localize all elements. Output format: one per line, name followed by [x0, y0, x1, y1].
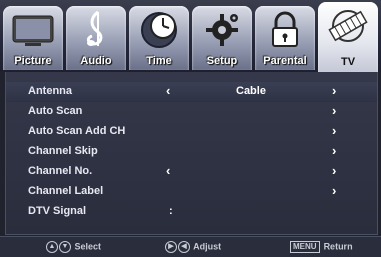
arrow-right-icon[interactable]: › — [332, 123, 336, 138]
arrow-left-icon[interactable]: ‹ — [166, 163, 170, 178]
menu-item-label: DTV Signal — [28, 205, 87, 217]
menu-item-label: Auto Scan — [28, 105, 83, 117]
tv-menu-panel: Antenna ‹ Cable › Auto Scan › Auto Scan … — [5, 72, 378, 235]
menu-item-label: Channel Skip — [28, 145, 98, 157]
tab-label: Time — [146, 55, 172, 67]
menu-item-auto-scan[interactable]: Auto Scan › — [6, 102, 377, 122]
menu-item-label: Channel No. — [28, 165, 93, 177]
return-label: Return — [323, 241, 353, 252]
select-label: Select — [74, 241, 102, 252]
arrow-right-icon[interactable]: › — [332, 103, 336, 118]
tab-tv[interactable]: TV — [318, 2, 378, 72]
menu-item-label: Antenna — [28, 85, 72, 97]
tab-label: Parental — [263, 55, 307, 67]
tab-picture[interactable]: Picture — [3, 6, 63, 70]
tab-label: Setup — [206, 55, 238, 67]
film-icon — [328, 10, 368, 42]
menu-item-label: Auto Scan Add CH — [28, 125, 126, 137]
menu-item-channel-no[interactable]: Channel No. ‹ › — [6, 162, 377, 182]
antenna-value: Cable — [236, 85, 266, 97]
music-note-icon — [86, 10, 103, 46]
menu-item-channel-label[interactable]: Channel Label › — [6, 182, 377, 202]
arrow-left-icon[interactable]: ‹ — [166, 83, 170, 98]
footer-return-hint: MENU Return — [290, 241, 353, 253]
tab-setup[interactable]: Setup — [192, 6, 252, 70]
tab-label: Audio — [80, 55, 112, 67]
footer-hint-bar: ▲ ▼ Select ▶ ◀ Adjust MENU Return — [0, 236, 381, 257]
left-button-icon: ◀ — [178, 241, 190, 253]
menu-item-label: Channel Label — [28, 185, 104, 197]
tab-audio[interactable]: Audio — [66, 6, 126, 70]
menu-item-auto-scan-add-ch[interactable]: Auto Scan Add CH › — [6, 122, 377, 142]
menu-item-antenna[interactable]: Antenna ‹ Cable › — [6, 82, 377, 102]
menu-item-channel-skip[interactable]: Channel Skip › — [6, 142, 377, 162]
right-button-icon: ▶ — [165, 241, 177, 253]
footer-adjust-hint: ▶ ◀ Adjust — [165, 241, 221, 253]
gear-icon — [206, 14, 238, 46]
tab-label: TV — [340, 56, 356, 68]
tv-settings-osd: Picture Audio Time Setup Parental TV Ant… — [0, 0, 381, 257]
tab-parental[interactable]: Parental — [255, 6, 315, 70]
arrow-right-icon[interactable]: › — [332, 163, 336, 178]
tv-icon — [12, 15, 54, 46]
clock-icon — [141, 12, 177, 48]
arrow-right-icon[interactable]: › — [332, 183, 336, 198]
tab-label: Picture — [14, 55, 52, 67]
menu-tab-strip: Picture Audio Time Setup Parental TV — [0, 0, 381, 72]
tab-time[interactable]: Time — [129, 6, 189, 70]
arrow-right-icon[interactable]: › — [332, 143, 336, 158]
arrow-right-icon[interactable]: › — [332, 83, 336, 98]
footer-select-hint: ▲ ▼ Select — [46, 241, 101, 253]
menu-item-dtv-signal[interactable]: DTV Signal : — [6, 202, 377, 222]
up-button-icon: ▲ — [46, 241, 58, 253]
adjust-label: Adjust — [193, 241, 222, 252]
dtv-signal-value: : — [169, 205, 173, 217]
down-button-icon: ▼ — [59, 241, 71, 253]
lock-icon — [272, 11, 298, 47]
menu-key-icon: MENU — [290, 241, 320, 253]
